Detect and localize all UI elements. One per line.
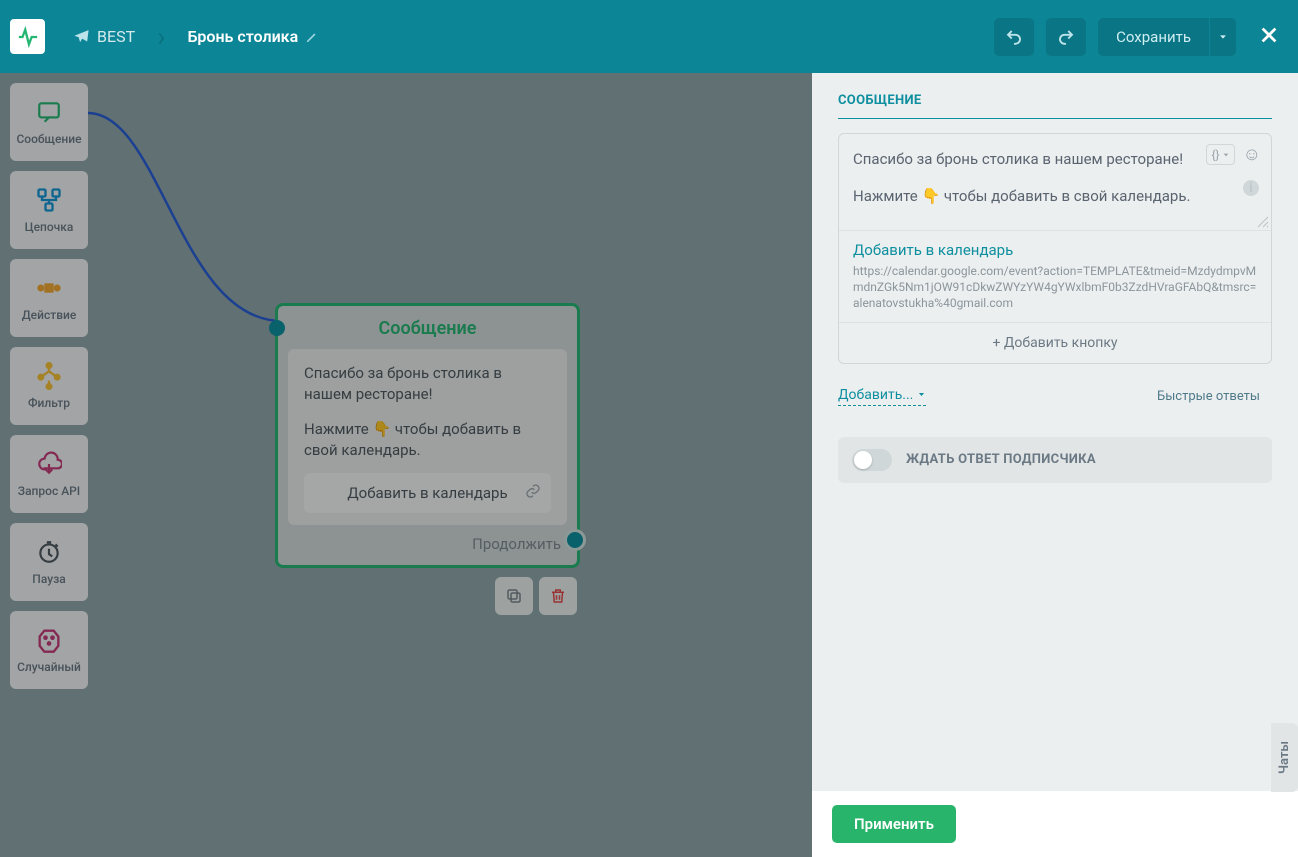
copy-icon [505, 587, 523, 605]
action-icon [35, 274, 63, 302]
tool-api[interactable]: Запрос API [10, 435, 88, 513]
tool-action[interactable]: Действие [10, 259, 88, 337]
node-line2: Нажмите 👇 чтобы добавить в свой календар… [304, 419, 551, 461]
redo-button[interactable] [1046, 18, 1086, 56]
api-icon [35, 450, 63, 478]
tool-chain[interactable]: Цепочка [10, 171, 88, 249]
add-row: Добавить... Быстрые ответы [838, 384, 1272, 409]
node-button-calendar[interactable]: Добавить в календарь [304, 473, 551, 513]
tool-label: Фильтр [28, 396, 70, 410]
tool-label: Запрос API [18, 484, 80, 498]
editor-tools: {} ☺ [1206, 144, 1261, 165]
save-group: Сохранить [1098, 18, 1236, 56]
node-title: Сообщение [278, 306, 577, 349]
random-icon [35, 626, 63, 654]
tool-filter[interactable]: Фильтр [10, 347, 88, 425]
breadcrumb-bot[interactable]: BEST [63, 27, 145, 46]
side-panel-footer: Применить [812, 791, 1298, 857]
chevron-down-icon [917, 390, 926, 399]
quick-replies-button[interactable]: Быстрые ответы [1145, 384, 1272, 409]
tool-label: Случайный [17, 660, 81, 674]
node-actions [495, 577, 577, 615]
main: Сообщение Спасибо за бронь столика в наш… [0, 73, 1298, 857]
bot-name: BEST [97, 27, 135, 46]
tool-palette: Сообщение Цепочка Действие Фильтр Запрос API… [10, 83, 88, 699]
pause-icon [35, 538, 63, 566]
editor-line1: Спасибо за бронь столика в нашем рестора… [853, 148, 1229, 171]
pulse-icon [17, 26, 39, 48]
info-icon[interactable]: i [1243, 180, 1259, 196]
save-dropdown[interactable] [1210, 18, 1236, 56]
message-box: {} ☺ i Спасибо за бронь столика в нашем … [838, 133, 1272, 364]
save-button[interactable]: Сохранить [1098, 18, 1209, 56]
node-text: Спасибо за бронь столика в нашем рестора… [304, 363, 551, 461]
undo-icon [1005, 28, 1023, 46]
delete-node-button[interactable] [539, 577, 577, 615]
editor-line2: Нажмите 👇 чтобы добавить в свой календар… [853, 185, 1229, 208]
side-panel: СООБЩЕНИЕ {} ☺ i Спасибо за бронь столик… [812, 73, 1298, 857]
undo-button[interactable] [994, 18, 1034, 56]
flow-name: Бронь столика [188, 27, 299, 46]
tool-label: Действие [22, 308, 77, 322]
topbar: BEST › Бронь столика Сохранить [0, 0, 1298, 73]
tool-label: Пауза [32, 572, 65, 586]
node-continue-label: Продолжить [278, 535, 577, 565]
chevron-down-icon [1222, 151, 1230, 159]
button-section: Добавить в календарь https://calendar.go… [839, 230, 1271, 363]
duplicate-node-button[interactable] [495, 577, 533, 615]
tool-label: Сообщение [16, 132, 81, 146]
breadcrumb: BEST › Бронь столика [63, 20, 329, 53]
apply-button[interactable]: Применить [832, 805, 956, 843]
chain-icon [35, 186, 63, 214]
close-button[interactable] [1258, 24, 1280, 50]
message-icon [35, 98, 63, 126]
node-body: Спасибо за бронь столика в нашем рестора… [288, 349, 567, 525]
wait-reply-row: ЖДАТЬ ОТВЕТ ПОДПИСЧИКА [838, 437, 1272, 483]
tool-label: Цепочка [25, 220, 74, 234]
add-button-row[interactable]: + Добавить кнопку [839, 322, 1271, 363]
add-element-dropdown[interactable]: Добавить... [838, 387, 926, 406]
top-actions: Сохранить [994, 18, 1280, 56]
app-logo[interactable] [10, 19, 45, 54]
filter-icon [35, 362, 63, 390]
side-panel-content: СООБЩЕНИЕ {} ☺ i Спасибо за бронь столик… [812, 73, 1298, 791]
button-entry-label: Добавить в календарь [853, 241, 1257, 259]
tool-random[interactable]: Случайный [10, 611, 88, 689]
close-icon [1258, 24, 1280, 46]
panel-title: СООБЩЕНИЕ [838, 93, 1272, 119]
message-editor[interactable]: {} ☺ i Спасибо за бронь столика в нашем … [839, 134, 1271, 230]
telegram-icon [73, 28, 90, 45]
link-icon [525, 483, 541, 503]
emoji-button[interactable]: ☺ [1243, 144, 1261, 165]
editor-text: Спасибо за бронь столика в нашем рестора… [853, 148, 1229, 209]
message-node[interactable]: Сообщение Спасибо за бронь столика в наш… [275, 303, 580, 568]
resize-handle-icon[interactable] [1257, 216, 1269, 228]
insert-variable-button[interactable]: {} [1206, 144, 1234, 165]
breadcrumb-sep-icon: › [157, 20, 165, 53]
toggle-knob [854, 451, 872, 469]
wait-reply-toggle[interactable] [852, 449, 892, 471]
redo-icon [1057, 28, 1075, 46]
button-entry-url: https://calendar.google.com/event?action… [853, 263, 1257, 312]
node-line1: Спасибо за бронь столика в нашем рестора… [304, 363, 551, 405]
pencil-icon [305, 30, 319, 44]
node-button-label: Добавить в календарь [347, 484, 507, 502]
tool-message[interactable]: Сообщение [10, 83, 88, 161]
wait-reply-label: ЖДАТЬ ОТВЕТ ПОДПИСЧИКА [906, 452, 1096, 467]
node-handle-in[interactable] [269, 320, 285, 336]
button-entry-calendar[interactable]: Добавить в календарь https://calendar.go… [839, 231, 1271, 322]
tool-pause[interactable]: Пауза [10, 523, 88, 601]
chats-tab[interactable]: Чаты [1271, 723, 1298, 792]
node-handle-out[interactable] [564, 529, 586, 551]
trash-icon [549, 587, 567, 605]
breadcrumb-flow[interactable]: Бронь столика [178, 27, 330, 46]
chevron-down-icon [1218, 32, 1228, 42]
